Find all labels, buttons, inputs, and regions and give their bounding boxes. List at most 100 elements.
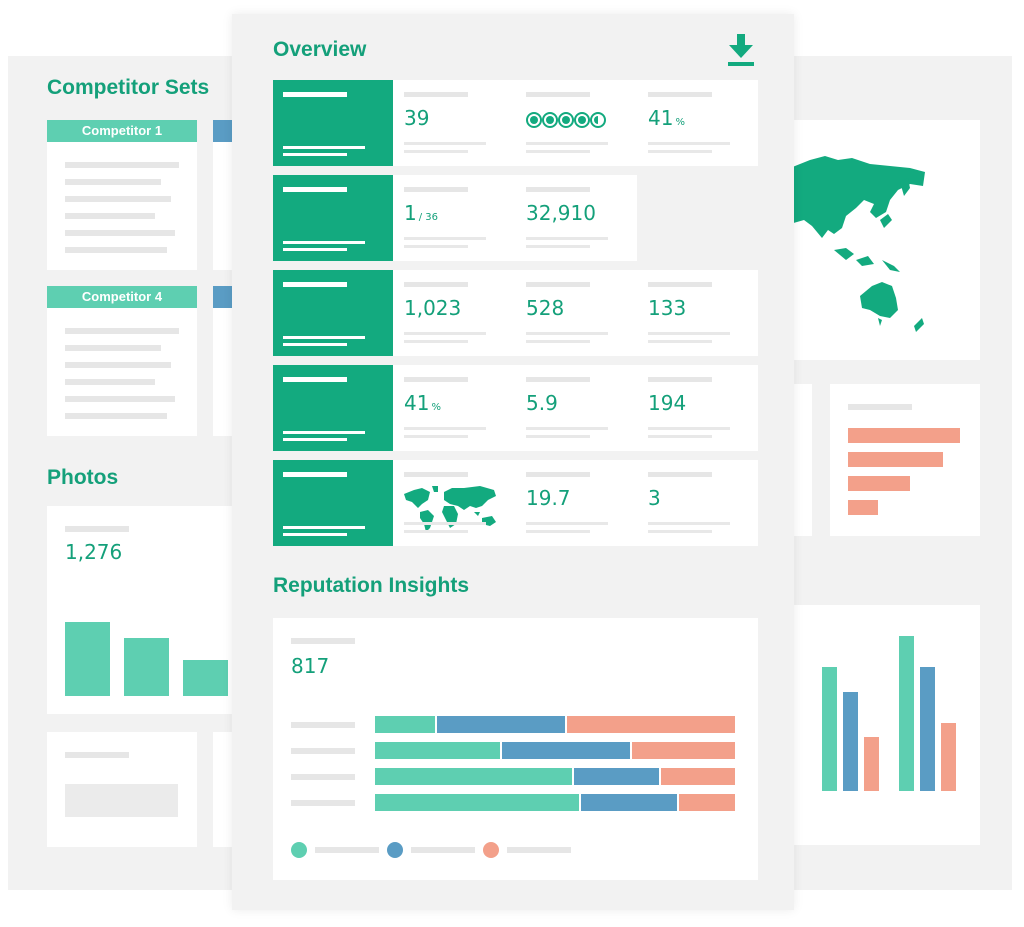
stacked-bar-segment	[632, 742, 735, 759]
reputation-total: 817	[291, 654, 330, 678]
metric-label	[404, 472, 468, 477]
grouped-bar	[899, 636, 914, 791]
metric-caption	[404, 332, 486, 335]
metric-caption	[526, 150, 590, 153]
overview-row[interactable]: 19.7 3	[273, 460, 758, 546]
stacked-bar-segment	[574, 768, 659, 785]
stacked-bar-segment	[660, 768, 735, 785]
metric-value: 41%	[648, 106, 685, 130]
metric-caption	[648, 427, 730, 430]
label-line	[283, 533, 347, 536]
legend-dot-teal	[291, 842, 307, 858]
metric-unit: / 36	[418, 212, 439, 223]
rating-circles-icon	[526, 110, 616, 130]
map-card	[790, 120, 980, 360]
grouped-bar-card	[772, 605, 980, 845]
metric-value: 1/ 36	[404, 201, 438, 225]
grouped-bar	[843, 691, 858, 791]
stacked-bar-segment	[375, 716, 435, 733]
metric-value: 41%	[404, 391, 441, 415]
placeholder-line	[848, 404, 912, 410]
placeholder-line	[65, 162, 179, 168]
metric-caption	[526, 340, 590, 343]
stacked-bar-segment	[375, 742, 500, 759]
placeholder-line	[65, 196, 171, 202]
metric-caption	[648, 522, 730, 525]
metric-number: 528	[526, 296, 565, 320]
overview-panel: Overview 39 41% 1/ 36 32,910 1,023 528 133 41% 5…	[232, 14, 794, 910]
metric-label	[648, 472, 712, 477]
metric-caption	[526, 245, 590, 248]
download-icon	[728, 34, 754, 66]
metric-number: 5.9	[526, 391, 558, 415]
overview-title: Overview	[273, 38, 367, 61]
row-label-block	[273, 175, 393, 261]
placeholder-line	[65, 396, 175, 402]
stacked-bar-segment	[436, 716, 565, 733]
metric-label	[648, 377, 712, 382]
metric-value: 19.7	[526, 486, 571, 510]
placeholder-line	[65, 179, 161, 185]
stacked-bar-segment	[679, 794, 735, 811]
label-line	[283, 153, 347, 156]
label-line	[283, 472, 347, 477]
competitor-sets-title: Competitor Sets	[47, 76, 210, 99]
label-line	[283, 438, 347, 441]
metric-label	[404, 187, 468, 192]
placeholder-line	[65, 345, 161, 351]
placeholder-line	[65, 213, 155, 219]
metric-caption	[648, 142, 730, 145]
label-line	[283, 187, 347, 192]
legend-dot-salmon	[483, 842, 499, 858]
hbar-card	[830, 384, 980, 536]
competitor-card[interactable]	[47, 286, 197, 436]
download-button[interactable]	[726, 34, 756, 68]
metric-label	[648, 282, 712, 287]
label-line	[283, 343, 347, 346]
metric-caption	[404, 142, 486, 145]
metric-caption	[648, 340, 712, 343]
metric-caption	[404, 427, 486, 430]
overview-row[interactable]: 1,023 528 133	[273, 270, 758, 356]
world-map-icon	[404, 484, 500, 534]
row-label-block	[273, 270, 393, 356]
competitor-tab[interactable]: Competitor 1	[47, 120, 197, 142]
photos-bar-chart	[65, 596, 235, 696]
overview-row[interactable]: 41% 5.9 194	[273, 365, 758, 451]
metric-caption	[404, 522, 486, 525]
placeholder-line	[65, 526, 129, 532]
metric-caption	[526, 435, 590, 438]
placeholder-line	[65, 328, 179, 334]
label-line	[283, 146, 365, 149]
metric-caption	[404, 237, 486, 240]
metric-label	[526, 472, 590, 477]
reputation-card: 817	[273, 618, 758, 880]
metric-unit: %	[675, 117, 685, 128]
metric-caption	[648, 150, 712, 153]
metric-label	[404, 92, 468, 97]
legend-label	[411, 847, 475, 853]
grouped-bar-chart	[772, 625, 980, 791]
metric-label	[526, 92, 590, 97]
overview-row[interactable]: 1/ 36 32,910	[273, 175, 637, 261]
metric-caption	[526, 142, 608, 145]
metric-caption	[526, 332, 608, 335]
metric-number: 133	[648, 296, 687, 320]
competitor-card[interactable]	[47, 120, 197, 270]
metric-number: 41	[404, 391, 430, 415]
stacked-bar-segment	[501, 742, 630, 759]
category-label	[291, 722, 355, 728]
metric-value: 3	[648, 486, 661, 510]
metric-number: 3	[648, 486, 661, 510]
row-label-block	[273, 80, 393, 166]
stacked-bar-segment	[581, 794, 678, 811]
legend-dot-blue	[387, 842, 403, 858]
metric-caption	[526, 237, 608, 240]
metric-number: 39	[404, 106, 430, 130]
competitor-tab[interactable]: Competitor 4	[47, 286, 197, 308]
label-line	[283, 336, 365, 339]
overview-row[interactable]: 39 41%	[273, 80, 758, 166]
hbar	[848, 452, 944, 467]
metric-value: 5.9	[526, 391, 558, 415]
metric-caption	[404, 340, 468, 343]
